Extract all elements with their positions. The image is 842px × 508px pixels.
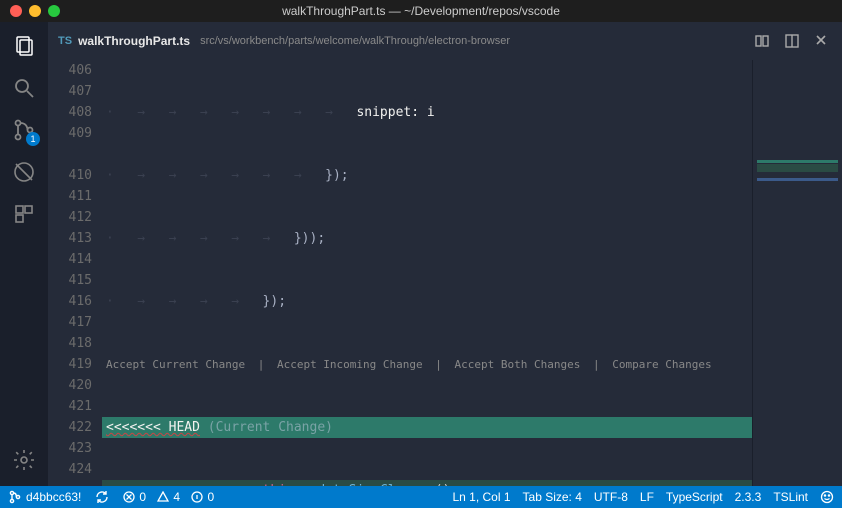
tab-size[interactable]: Tab Size: 4 — [523, 490, 582, 504]
split-icon[interactable] — [784, 33, 800, 49]
close-tab-icon[interactable] — [814, 33, 828, 49]
feedback-icon[interactable] — [820, 490, 834, 504]
editor-area: TS walkThroughPart.ts src/vs/workbench/p… — [48, 22, 842, 486]
line-gutter: 406 407 408 409 410 411 412 413 414 415 … — [48, 60, 102, 486]
titlebar: walkThroughPart.ts — ~/Development/repos… — [0, 0, 842, 22]
tslint-status[interactable]: TSLint — [773, 490, 808, 504]
cursor-position[interactable]: Ln 1, Col 1 — [452, 490, 510, 504]
eol[interactable]: LF — [640, 490, 654, 504]
breadcrumb[interactable]: src/vs/workbench/parts/welcome/walkThrou… — [200, 35, 510, 47]
problems-status[interactable]: 0 4 0 — [123, 490, 214, 504]
minimap[interactable] — [752, 60, 842, 486]
git-branch-status[interactable]: d4bbcc63! — [8, 490, 81, 504]
accept-both-link[interactable]: Accept Both Changes — [455, 354, 581, 375]
merge-codelens: Accept Current Change | Accept Incoming … — [102, 354, 752, 375]
file-lang-badge: TS — [58, 35, 72, 47]
search-icon[interactable] — [12, 76, 36, 100]
gear-icon[interactable] — [12, 448, 36, 472]
tab-filename[interactable]: walkThroughPart.ts — [78, 34, 190, 48]
status-bar: d4bbcc63! 0 4 0 Ln 1, Col 1 Tab Size: 4 … — [0, 486, 842, 508]
scm-icon[interactable]: 1 — [12, 118, 36, 142]
debug-icon[interactable] — [12, 160, 36, 184]
ts-version[interactable]: 2.3.3 — [735, 490, 762, 504]
compare-link[interactable]: Compare Changes — [612, 354, 711, 375]
language-mode[interactable]: TypeScript — [666, 490, 723, 504]
tab-bar: TS walkThroughPart.ts src/vs/workbench/p… — [48, 22, 842, 60]
main-area: 1 TS walkThroughPart.ts src/vs/workbench… — [0, 22, 842, 486]
accept-current-link[interactable]: Accept Current Change — [106, 354, 245, 375]
code-body[interactable]: · → → → → → → → snippet: i · → → → → → →… — [102, 60, 752, 486]
activity-bar: 1 — [0, 22, 48, 486]
scm-badge: 1 — [26, 132, 40, 146]
explorer-icon[interactable] — [12, 34, 36, 58]
extensions-icon[interactable] — [12, 202, 36, 226]
compare-icon[interactable] — [754, 33, 770, 49]
encoding[interactable]: UTF-8 — [594, 490, 628, 504]
sync-status[interactable] — [95, 490, 109, 504]
window-title: walkThroughPart.ts — ~/Development/repos… — [0, 4, 842, 18]
accept-incoming-link[interactable]: Accept Incoming Change — [277, 354, 423, 375]
editor[interactable]: 406 407 408 409 410 411 412 413 414 415 … — [48, 60, 842, 486]
